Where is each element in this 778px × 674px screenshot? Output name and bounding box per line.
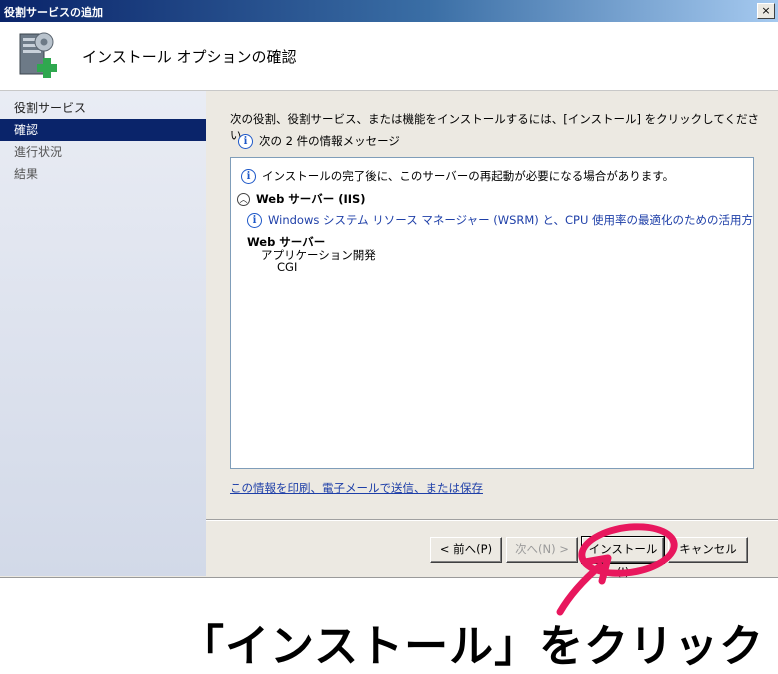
annotation-arrow [556,554,612,616]
instruction-caption: 「インストール」をクリック [180,621,765,672]
